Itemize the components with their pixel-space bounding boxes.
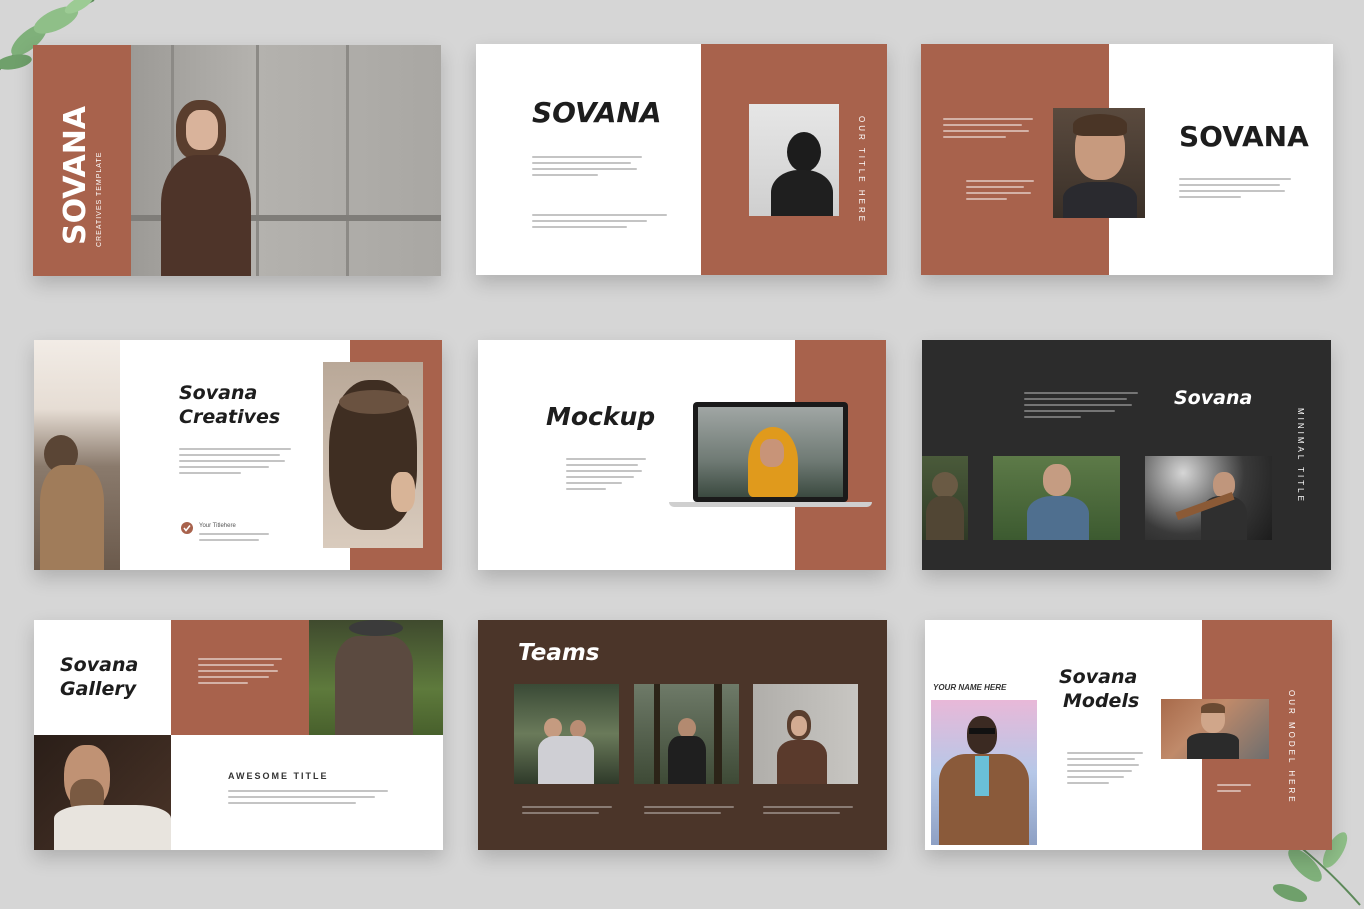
hiker-photo	[34, 340, 120, 570]
slide-4-title-line2: Creatives	[179, 406, 281, 428]
slide-cover[interactable]: SOVANA CREATIVES TEMPLATE	[33, 45, 441, 276]
slide-8-title: Teams	[518, 640, 600, 666]
body-text-lines	[943, 118, 1033, 142]
body-text-lines	[763, 806, 853, 818]
model-photo-2	[1161, 699, 1269, 759]
slide-7-title-line1: Sovana	[60, 654, 139, 676]
laptop-screen-photo	[698, 407, 843, 497]
body-text-lines	[1024, 392, 1138, 422]
slide-4[interactable]: Sovana Creatives Your Titlehere	[34, 340, 442, 570]
bearded-man-photo	[34, 735, 171, 850]
body-text-lines	[522, 806, 612, 818]
gallery-photo-2	[993, 456, 1120, 540]
team-photo-3	[753, 684, 858, 784]
slide-2[interactable]: SOVANA OUR TITLE HERE	[476, 44, 887, 275]
forest-photo	[309, 620, 443, 735]
slide-4-title-line1: Sovana	[179, 382, 258, 404]
name-label: YOUR NAME HERE	[933, 683, 1007, 692]
body-text-lines	[1067, 752, 1143, 788]
gallery-photo-3	[1145, 456, 1272, 540]
slide-5[interactable]: Mockup	[478, 340, 886, 570]
team-photo-1	[514, 684, 619, 784]
slide-9-title-line2: Models	[1063, 690, 1140, 712]
gallery-photo-1	[922, 456, 968, 540]
braid-photo	[323, 362, 423, 548]
body-text-lines	[228, 790, 388, 808]
slide-7-title-line2: Gallery	[60, 678, 137, 700]
model-photo-1	[931, 700, 1037, 845]
body-text-lines	[1217, 784, 1251, 796]
body-text-lines	[1179, 178, 1291, 202]
body-text-lines	[199, 533, 269, 545]
body-text-lines	[532, 156, 642, 180]
body-text-lines	[198, 658, 282, 688]
cover-photo	[131, 45, 441, 276]
slide-3-title: SOVANA	[1179, 120, 1309, 153]
body-text-lines	[644, 806, 734, 818]
slide-3[interactable]: SOVANA	[921, 44, 1333, 275]
team-photo-2	[634, 684, 739, 784]
portrait-photo	[749, 104, 839, 216]
slide-9-title-line1: Sovana	[1059, 666, 1138, 688]
slide-7[interactable]: Sovana Gallery AWESOME TITLE	[34, 620, 443, 850]
cover-title: SOVANA	[58, 105, 93, 245]
slide-9[interactable]: YOUR NAME HERE Sovana Models OUR MODEL H…	[925, 620, 1332, 850]
slide-7-subheading: AWESOME TITLE	[228, 771, 329, 781]
laptop-icon	[669, 402, 872, 507]
body-text-lines	[966, 180, 1034, 204]
body-text-lines	[532, 214, 667, 232]
portrait-photo	[1053, 108, 1145, 218]
slide-5-title: Mockup	[546, 402, 656, 431]
side-label: OUR TITLE HERE	[857, 116, 866, 225]
slide-8[interactable]: Teams	[478, 620, 887, 850]
slide-6-title: Sovana	[1174, 387, 1253, 409]
side-label: MINIMAL TITLE	[1296, 408, 1305, 504]
check-icon	[181, 522, 193, 534]
slide-2-title: SOVANA	[532, 96, 662, 129]
slide-6[interactable]: Sovana MINIMAL TITLE	[922, 340, 1331, 570]
side-label: OUR MODEL HERE	[1287, 690, 1296, 805]
cover-subtitle: CREATIVES TEMPLATE	[96, 151, 103, 247]
body-text-lines	[566, 458, 646, 494]
check-label: Your Titlehere	[199, 523, 236, 529]
body-text-lines	[179, 448, 291, 478]
